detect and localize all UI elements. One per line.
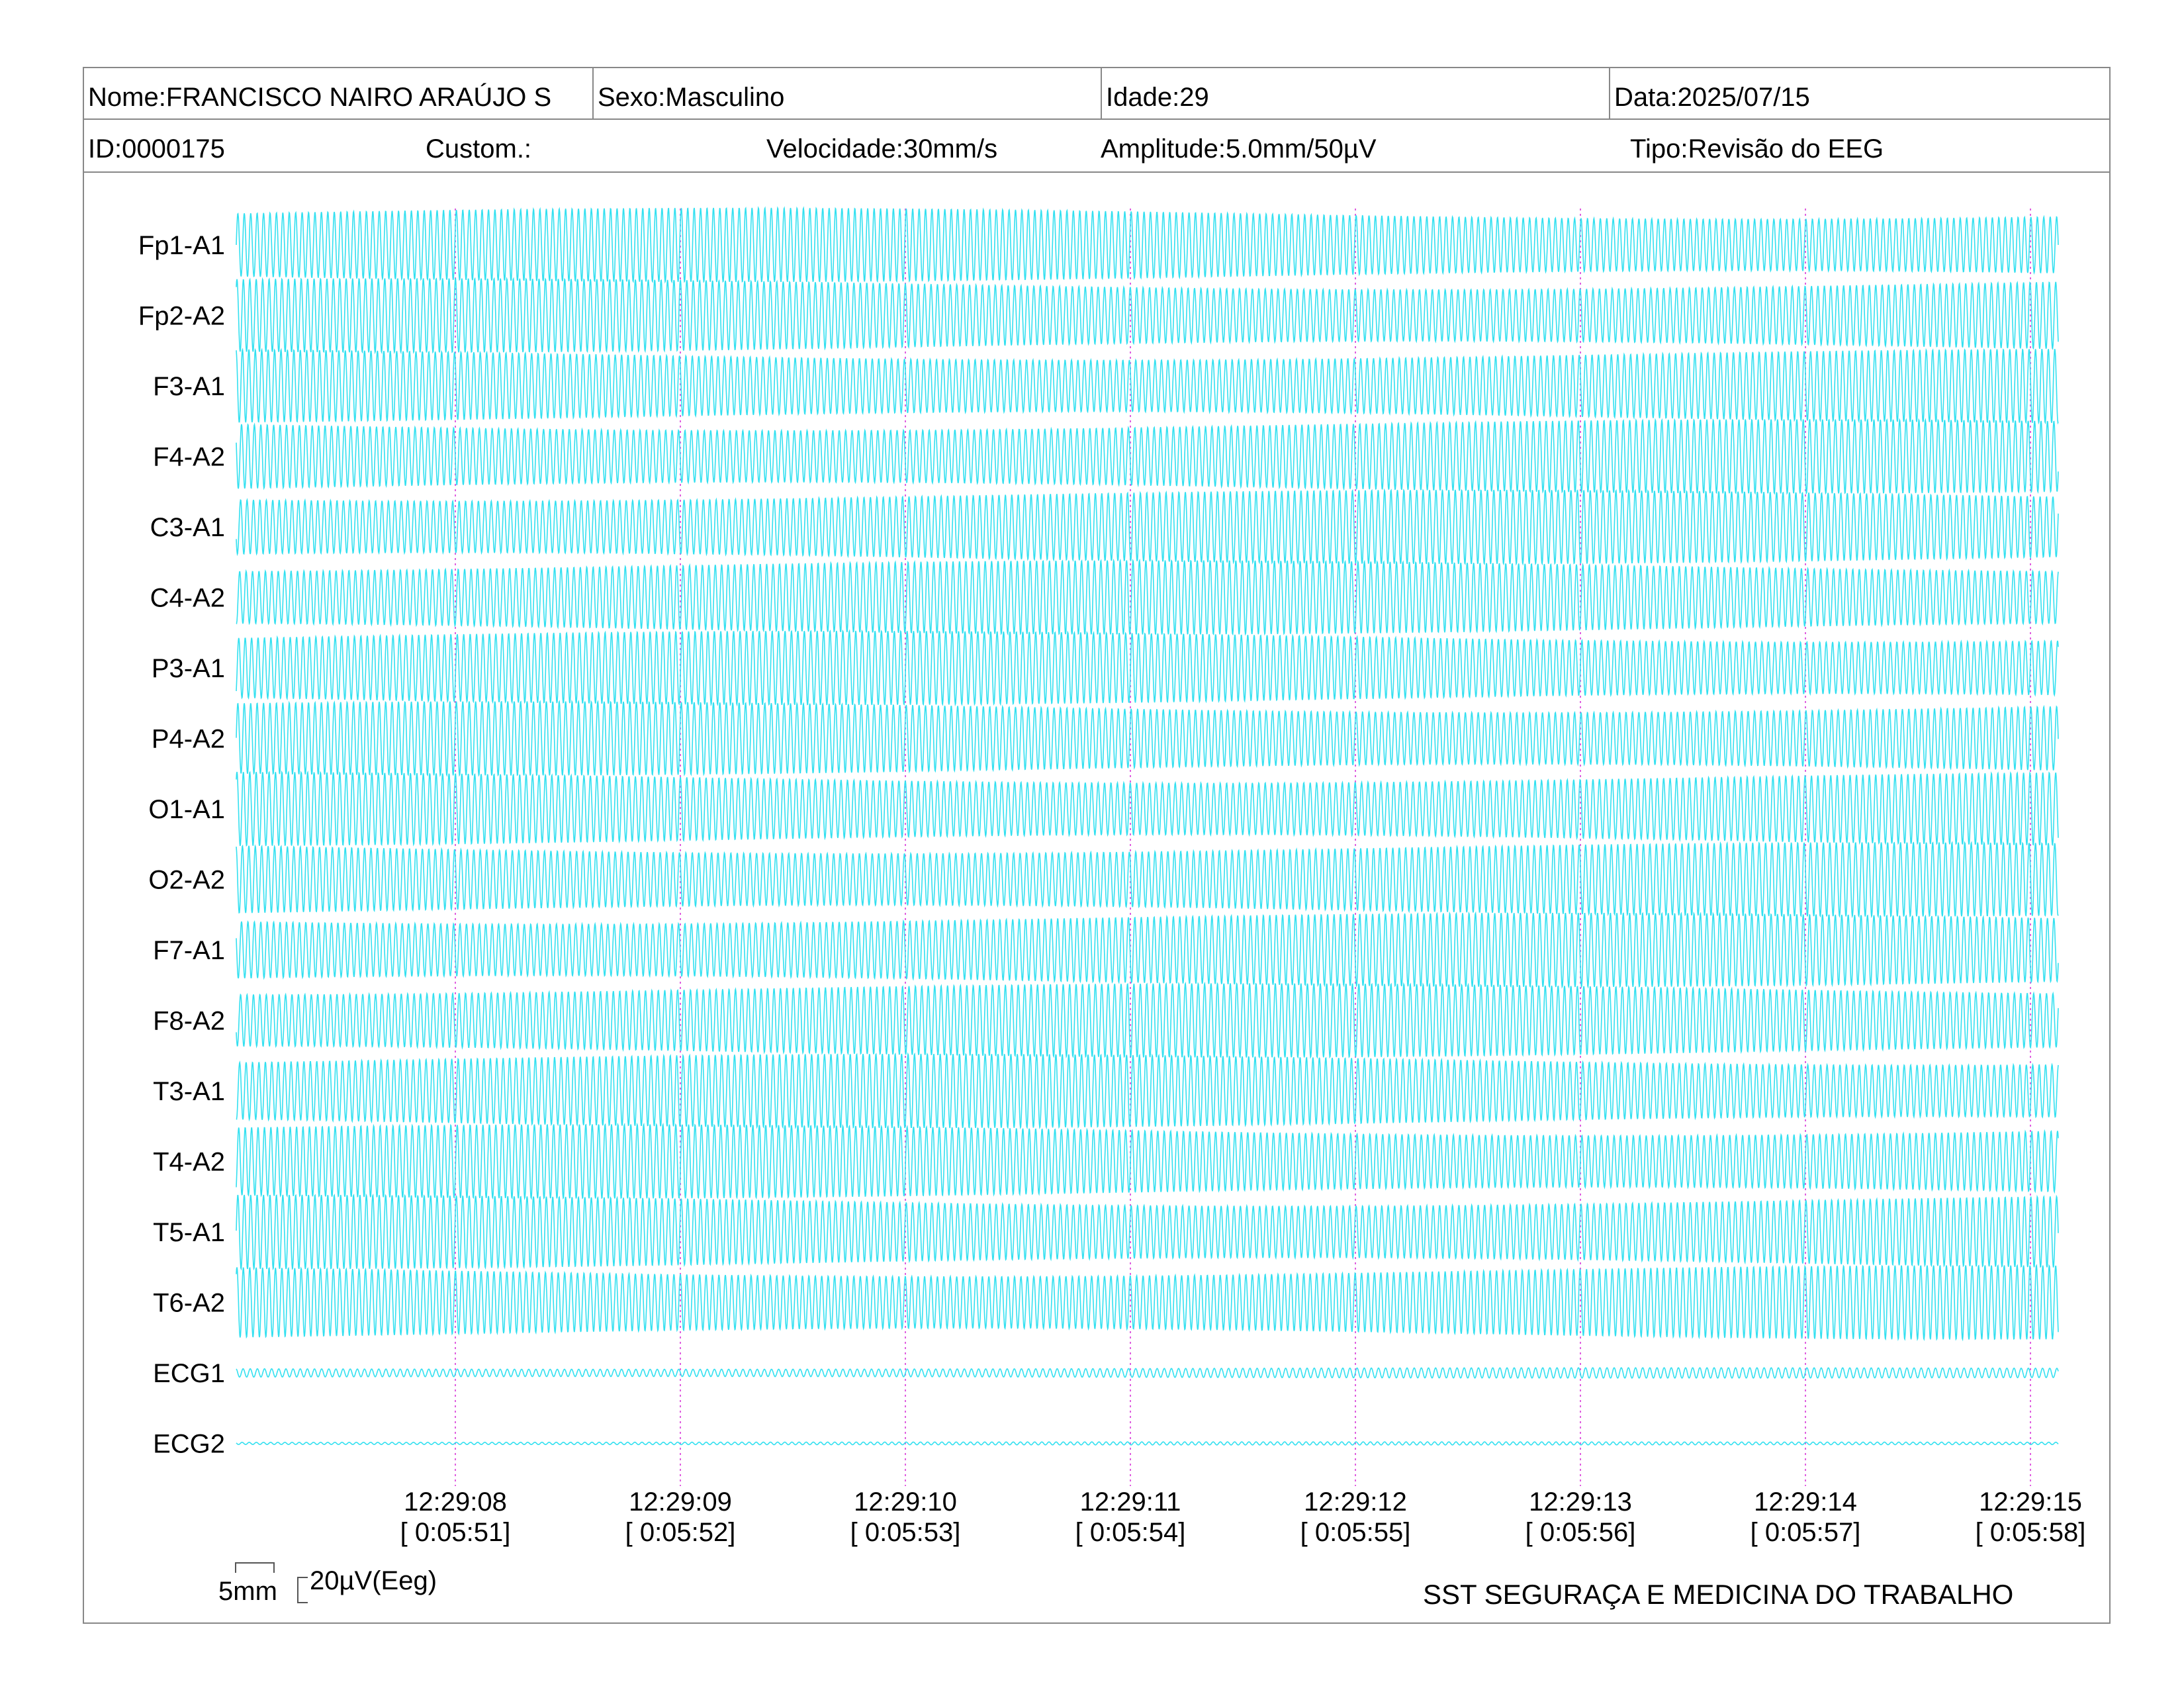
time-marker-elapsed: [ 0:05:54] [1075, 1518, 1186, 1547]
channel-label-o1-a1: O1-A1 [148, 795, 225, 824]
channel-label-t3-a1: T3-A1 [153, 1077, 225, 1106]
trace-t5-a1 [236, 1193, 2059, 1271]
channel-label-fp2-a2: Fp2-A2 [138, 302, 225, 331]
channel-label-f3-a1: F3-A1 [153, 372, 225, 401]
time-marker-clock: 12:29:15 [1979, 1487, 2082, 1517]
time-marker-elapsed: [ 0:05:51] [400, 1518, 511, 1547]
channel-label-t6-a2: T6-A2 [153, 1289, 225, 1318]
amplitude-scale-bracket [297, 1577, 308, 1603]
trace-ecg2 [236, 1441, 2059, 1446]
trace-fp2-a2 [236, 277, 2059, 355]
trace-o1-a1 [236, 770, 2059, 847]
time-marker-elapsed: [ 0:05:52] [625, 1518, 736, 1547]
time-marker-elapsed: [ 0:05:55] [1300, 1518, 1411, 1547]
time-marker-elapsed: [ 0:05:53] [850, 1518, 961, 1547]
channel-label-f8-a2: F8-A2 [153, 1007, 225, 1036]
trace-p4-a2 [236, 699, 2059, 777]
time-marker-elapsed: [ 0:05:57] [1751, 1518, 1861, 1547]
time-marker-clock: 12:29:08 [404, 1487, 507, 1517]
time-marker-clock: 12:29:10 [854, 1487, 957, 1517]
channel-label-f4-a2: F4-A2 [153, 443, 225, 472]
trace-c3-a1 [236, 488, 2059, 566]
time-scale-label: 5mm [218, 1577, 277, 1606]
trace-f7-a1 [236, 911, 2059, 989]
channel-label-t4-a2: T4-A2 [153, 1148, 225, 1177]
eeg-chart: 12:29:08[ 0:05:51] 12:29:09[ 0:05:52] 12:2… [138, 206, 2086, 1547]
time-marker-clock: 12:29:14 [1754, 1487, 1857, 1517]
trace-f8-a2 [236, 981, 2059, 1059]
channel-label-c3-a1: C3-A1 [150, 513, 225, 542]
channel-label-o2-a2: O2-A2 [148, 866, 225, 895]
time-marker-elapsed: [ 0:05:56] [1525, 1518, 1636, 1547]
trace-t4-a2 [236, 1122, 2059, 1200]
trace-o2-a2 [236, 841, 2059, 919]
time-marker-clock: 12:29:13 [1529, 1487, 1632, 1517]
channel-label-c4-a2: C4-A2 [150, 584, 225, 613]
channel-label-fp1-a1: Fp1-A1 [138, 231, 225, 260]
trace-c4-a2 [236, 558, 2059, 636]
trace-t3-a1 [236, 1052, 2059, 1130]
organization-name: SST SEGURAÇA E MEDICINA DO TRABALHO [1423, 1579, 2014, 1610]
trace-f3-a1 [236, 348, 2059, 425]
time-marker-clock: 12:29:09 [629, 1487, 732, 1517]
channel-label-ecg1: ECG1 [153, 1359, 225, 1388]
trace-fp1-a1 [236, 206, 2059, 284]
channel-label-ecg2: ECG2 [153, 1430, 225, 1459]
trace-f4-a2 [236, 418, 2059, 495]
time-marker-clock: 12:29:11 [1080, 1487, 1181, 1517]
channel-label-p3-a1: P3-A1 [152, 654, 225, 683]
time-scale-bracket [235, 1562, 275, 1573]
channel-label-f7-a1: F7-A1 [153, 936, 225, 965]
amplitude-scale-label: 20µV(Eeg) [310, 1566, 437, 1595]
time-marker-clock: 12:29:12 [1304, 1487, 1407, 1517]
trace-ecg1 [236, 1367, 2059, 1379]
time-marker-elapsed: [ 0:05:58] [1976, 1518, 2086, 1547]
channel-label-p4-a2: P4-A2 [152, 725, 225, 754]
channel-label-t5-a1: T5-A1 [153, 1218, 225, 1247]
trace-p3-a1 [236, 629, 2059, 707]
trace-t6-a2 [236, 1264, 2059, 1342]
